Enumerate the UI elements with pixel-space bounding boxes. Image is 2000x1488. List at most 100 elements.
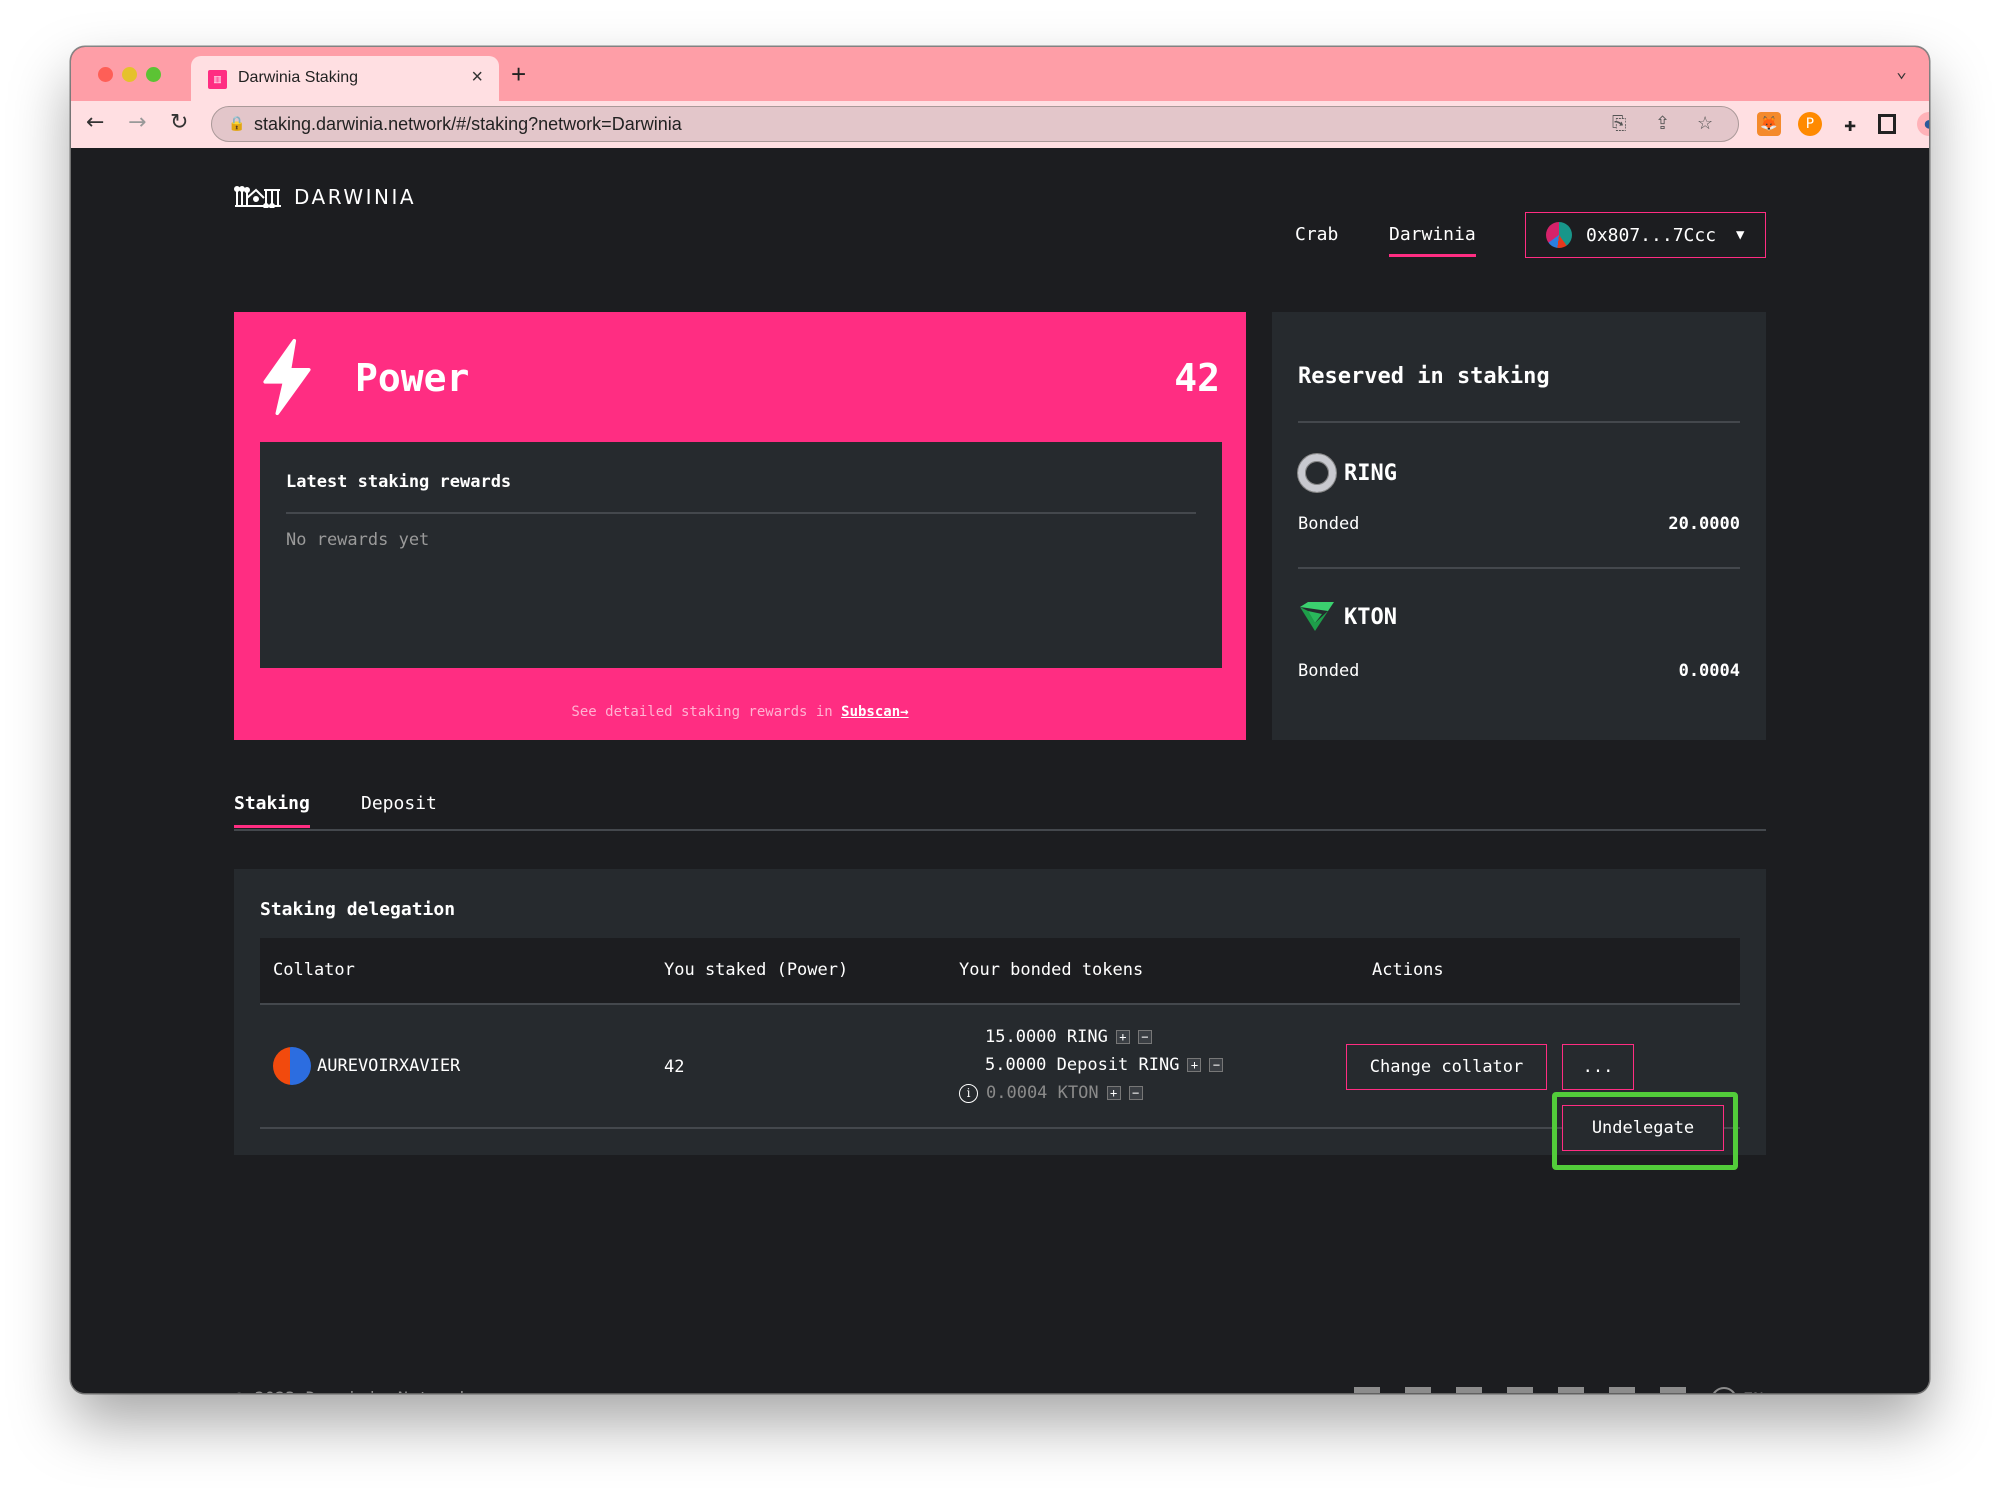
wallet-avatar [1546, 222, 1572, 248]
app-page: DARWINIA Crab Darwinia 0x807...7Ccc ▼ Po… [71, 148, 1929, 1393]
collator-avatar [273, 1047, 311, 1085]
more-actions-button[interactable]: ... [1562, 1044, 1634, 1090]
undelegate-button[interactable]: Undelegate [1562, 1105, 1724, 1151]
subscan-note: See detailed staking rewards in Subscan→ [234, 704, 1246, 720]
metamask-fox-icon[interactable]: 🦊 [1757, 112, 1781, 136]
browser-toolbar: ← → ↻ 🔒 staking.darwinia.network/#/staki… [71, 101, 1929, 148]
profile-avatar-icon[interactable]: ● [1917, 112, 1929, 136]
collator-cell[interactable]: AUREVOIRXAVIER [273, 1047, 460, 1085]
maximize-window-button[interactable] [146, 67, 161, 82]
divider [1298, 421, 1740, 423]
tab-staking[interactable]: Staking [234, 793, 310, 828]
url-text[interactable]: staking.darwinia.network/#/staking?netwo… [254, 114, 682, 135]
nav-network-crab[interactable]: Crab [1295, 224, 1338, 245]
back-arrow-icon[interactable]: ← [86, 110, 104, 135]
lock-icon: 🔒 [228, 115, 246, 131]
remove-kton-button[interactable]: − [1128, 1086, 1143, 1100]
wallet-address: 0x807...7Ccc [1586, 224, 1717, 246]
tab-deposit[interactable]: Deposit [361, 793, 437, 814]
ring-bonded-value: 20.0000 [1668, 514, 1740, 534]
ring-token-icon [1298, 454, 1336, 492]
token-ring-header: RING [1298, 454, 1397, 492]
kton-token-icon [1300, 602, 1334, 631]
token-symbol: RING [1344, 460, 1397, 486]
globe-icon [1711, 1387, 1737, 1393]
github-icon[interactable]: ⌾ [1354, 1387, 1380, 1393]
token-symbol: KTON [1344, 604, 1397, 630]
staking-delegation-panel: Staking delegation Collator You staked (… [234, 869, 1766, 1170]
darwinia-logo-mark-icon [234, 186, 281, 208]
medium-icon[interactable]: M [1456, 1387, 1482, 1393]
minimize-window-button[interactable] [122, 67, 137, 82]
tab-search-chevron-icon[interactable]: ⌄ [1896, 61, 1907, 82]
nav-network-darwinia[interactable]: Darwinia [1389, 224, 1476, 257]
staking-tabs: Staking Deposit [234, 793, 1766, 831]
tab-close-icon[interactable]: × [471, 66, 483, 89]
table-header: Collator You staked (Power) Your bonded … [260, 938, 1740, 1005]
subscan-link[interactable]: Subscan→ [841, 704, 908, 720]
reserved-title: Reserved in staking [1298, 364, 1550, 389]
token-kton-header: KTON [1298, 601, 1397, 633]
column-header-collator: Collator [273, 960, 355, 980]
bonded-label: Bonded [1298, 514, 1360, 534]
darwinia-logo[interactable]: DARWINIA [234, 185, 416, 209]
delegation-title: Staking delegation [260, 899, 456, 920]
email-icon[interactable]: ✉ [1660, 1387, 1686, 1393]
column-header-bonded: Your bonded tokens [959, 960, 1144, 980]
info-icon[interactable]: i [959, 1083, 978, 1103]
browser-tab-active[interactable]: ▥ Darwinia Staking × [191, 56, 499, 101]
bonded-ring-amount: 15.0000 RING [985, 1027, 1108, 1047]
reload-icon[interactable]: ↻ [170, 110, 188, 135]
element-icon[interactable]: ⟳ [1609, 1387, 1635, 1393]
browser-window: ▥ Darwinia Staking × + ⌄ ← → ↻ 🔒 staking… [71, 47, 1929, 1393]
bonded-ring-line: 15.0000 RING + − [985, 1023, 1223, 1051]
discord-icon[interactable]: ◉ [1558, 1387, 1584, 1393]
telegram-icon[interactable]: ➤ [1507, 1387, 1533, 1393]
new-tab-button[interactable]: + [511, 59, 526, 90]
bookmark-star-icon[interactable]: ☆ [1697, 113, 1713, 134]
extensions-puzzle-icon[interactable]: ✚ [1838, 112, 1862, 136]
share-icon[interactable]: ⇪ [1655, 113, 1670, 134]
lightning-bolt-icon [263, 338, 311, 416]
bonded-label: Bonded [1298, 661, 1360, 681]
add-kton-button[interactable]: + [1106, 1086, 1121, 1100]
change-collator-button[interactable]: Change collator [1346, 1044, 1547, 1090]
polkadot-extension-icon[interactable]: P [1798, 112, 1822, 136]
copyright: © 2023 Darwinia Network [234, 1389, 469, 1393]
column-header-actions: Actions [1372, 960, 1444, 980]
staked-power-value: 42 [664, 1057, 685, 1077]
side-panel-icon[interactable] [1878, 114, 1896, 134]
translate-icon[interactable]: ⎘ [1612, 113, 1626, 134]
language-label: EN [1743, 1390, 1763, 1393]
ring-bonded-row: Bonded 20.0000 [1298, 514, 1740, 534]
add-ring-button[interactable]: + [1115, 1030, 1130, 1044]
bonded-tokens-cell: 15.0000 RING + − 5.0000 Deposit RING + −… [959, 1023, 1224, 1107]
darwinia-favicon-icon: ▥ [208, 70, 227, 89]
latest-rewards-panel: Latest staking rewards No rewards yet [260, 442, 1222, 668]
kton-bonded-value: 0.0004 [1678, 661, 1740, 681]
add-deposit-button[interactable]: + [1187, 1058, 1202, 1072]
address-bar[interactable]: 🔒 staking.darwinia.network/#/staking?net… [211, 106, 1739, 142]
close-window-button[interactable] [98, 67, 113, 82]
rewards-empty-text: No rewards yet [286, 530, 430, 550]
bonded-kton-amount: 0.0004 KTON [986, 1083, 1099, 1103]
tab-title: Darwinia Staking [238, 69, 359, 86]
logo-text: DARWINIA [294, 185, 417, 209]
bonded-kton-line: i 0.0004 KTON + − [959, 1079, 1223, 1107]
language-selector[interactable]: EN [1711, 1387, 1763, 1393]
kton-bonded-row: Bonded 0.0004 [1298, 661, 1740, 681]
twitter-icon[interactable]: t [1405, 1387, 1431, 1393]
forward-arrow-icon[interactable]: → [128, 110, 146, 135]
power-title: Power [355, 356, 470, 400]
power-card: Power 42 Latest staking rewards No rewar… [234, 312, 1246, 740]
rewards-title: Latest staking rewards [286, 472, 512, 492]
collator-name: AUREVOIRXAVIER [317, 1056, 461, 1076]
browser-tab-bar: ▥ Darwinia Staking × + ⌄ [71, 47, 1929, 101]
remove-deposit-button[interactable]: − [1209, 1058, 1224, 1072]
subscan-text: See detailed staking rewards in [571, 704, 842, 720]
wallet-account-button[interactable]: 0x807...7Ccc ▼ [1525, 212, 1766, 258]
bonded-deposit-amount: 5.0000 Deposit RING [985, 1055, 1180, 1075]
remove-ring-button[interactable]: − [1137, 1030, 1152, 1044]
social-links: ⌾ t M ➤ ◉ ⟳ ✉ EN [1354, 1387, 1763, 1393]
column-header-staked: You staked (Power) [664, 960, 849, 980]
